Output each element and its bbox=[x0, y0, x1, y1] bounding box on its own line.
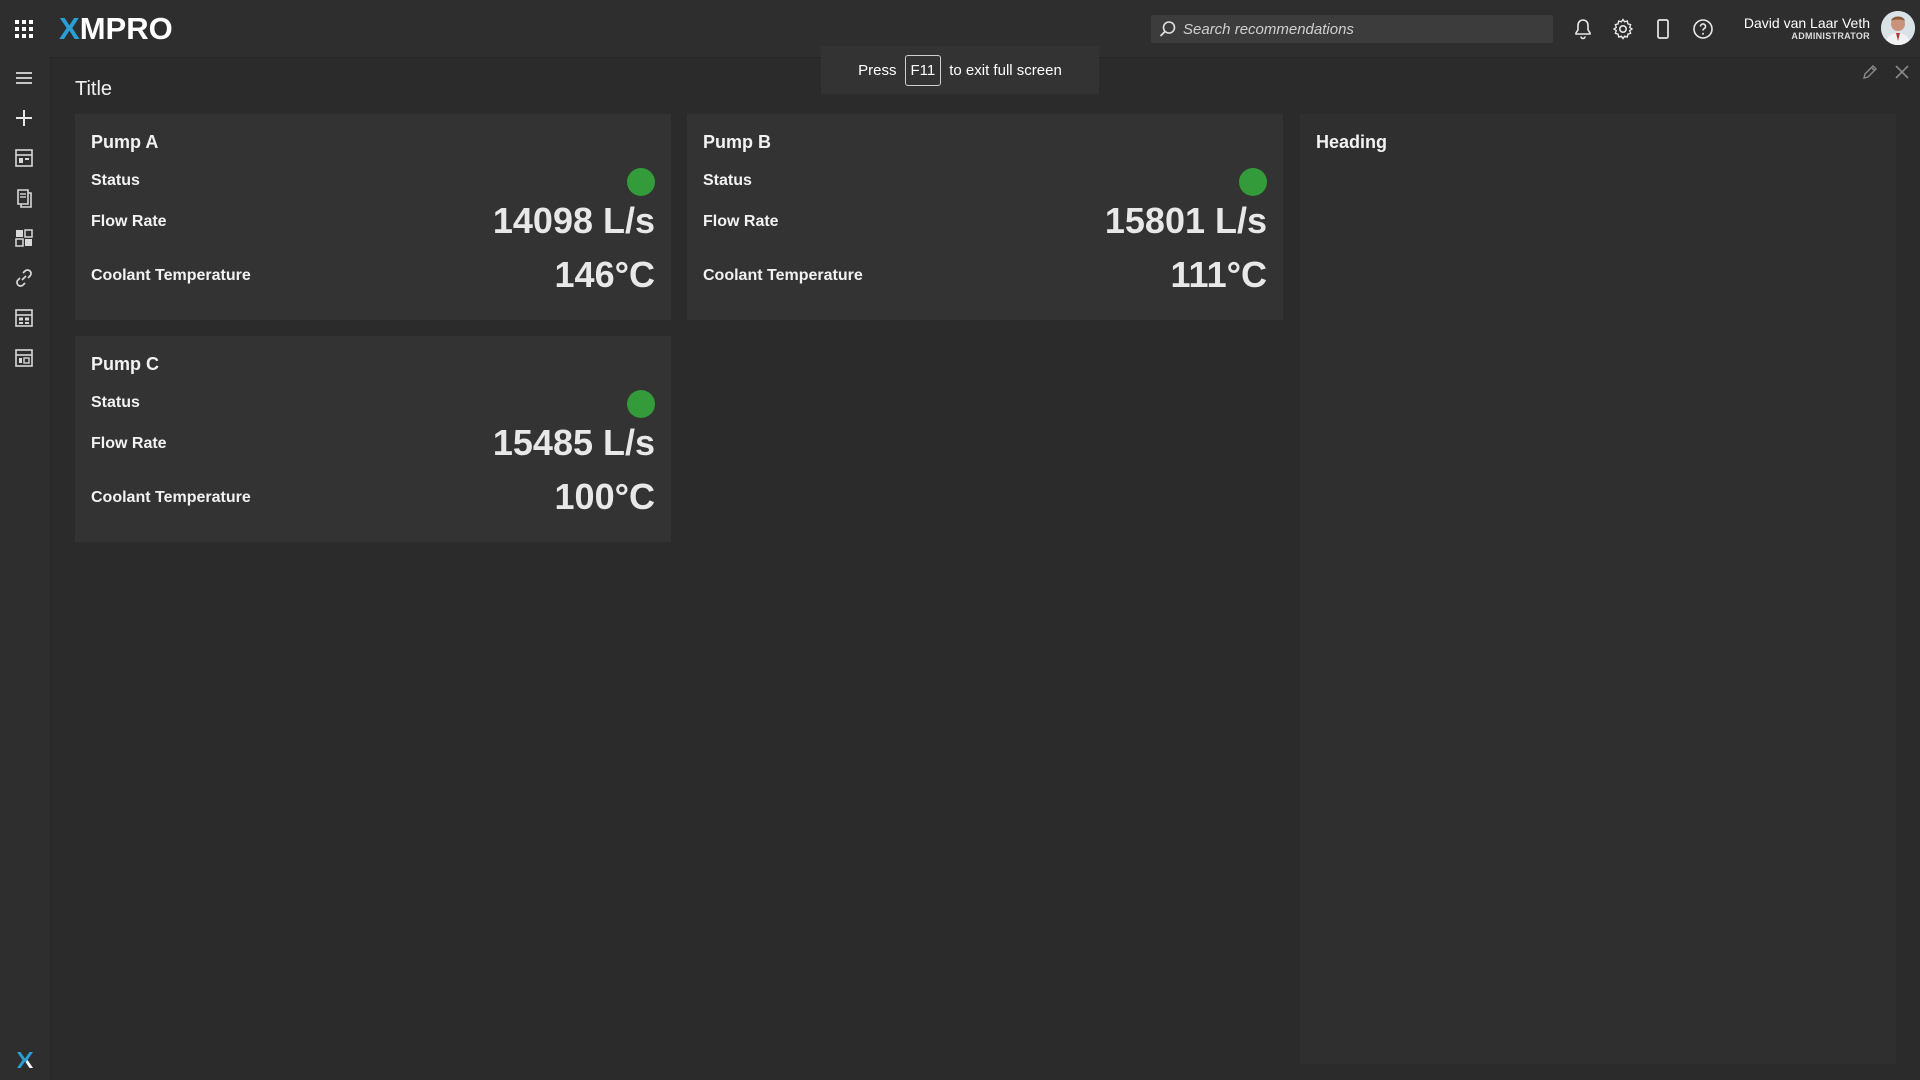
bell-icon[interactable] bbox=[1571, 17, 1595, 41]
flow-rate-value: 14098 L/s bbox=[492, 200, 655, 241]
table-icon[interactable] bbox=[13, 307, 35, 329]
pump-title: Pump C bbox=[91, 354, 160, 374]
user-name: David van Laar Veth bbox=[1743, 15, 1870, 31]
pump-card-c: Pump C Status Flow Rate 15485 L/s Coolan… bbox=[75, 336, 671, 542]
menu-icon[interactable] bbox=[13, 67, 35, 89]
dashboard-icon[interactable] bbox=[13, 347, 35, 369]
coolant-temp-label: Coolant Temperature bbox=[703, 267, 863, 284]
toast-suffix: to exit full screen bbox=[949, 61, 1062, 79]
side-panel: Heading bbox=[1300, 114, 1896, 1064]
flow-rate-label: Flow Rate bbox=[91, 435, 167, 452]
coolant-temp-value: 100°C bbox=[554, 476, 655, 517]
status-indicator bbox=[627, 390, 655, 418]
status-label: Status bbox=[91, 172, 140, 189]
close-icon[interactable] bbox=[1894, 64, 1910, 80]
pump-title: Pump A bbox=[91, 132, 159, 152]
toast-prefix: Press bbox=[858, 61, 897, 79]
xmpro-mark-icon[interactable] bbox=[13, 1049, 35, 1071]
plus-icon[interactable] bbox=[13, 107, 35, 129]
avatar[interactable] bbox=[1881, 11, 1915, 45]
logo-text: MPRO bbox=[79, 11, 173, 46]
pump-card-b: Pump B Status Flow Rate 15801 L/s Coolan… bbox=[687, 114, 1283, 320]
flow-rate-value: 15485 L/s bbox=[492, 422, 655, 463]
page-title: Title bbox=[75, 78, 113, 100]
pump-card-a: Pump A Status Flow Rate 14098 L/s Coolan… bbox=[75, 114, 671, 320]
apps-icon[interactable] bbox=[13, 227, 35, 249]
data-stream-icon[interactable] bbox=[13, 187, 35, 209]
coolant-temp-value: 111°C bbox=[1170, 254, 1268, 295]
status-label: Status bbox=[703, 172, 752, 189]
coolant-temp-label: Coolant Temperature bbox=[91, 267, 251, 284]
gear-icon[interactable] bbox=[1611, 17, 1635, 41]
status-indicator bbox=[1239, 168, 1267, 196]
search-box[interactable] bbox=[1151, 15, 1553, 43]
user-info[interactable]: David van Laar Veth ADMINISTRATOR bbox=[1744, 15, 1870, 41]
pump-title: Pump B bbox=[703, 132, 772, 152]
sidebar bbox=[0, 57, 51, 1080]
coolant-temp-label: Coolant Temperature bbox=[91, 489, 251, 506]
search-icon bbox=[1159, 21, 1176, 37]
avatar-image bbox=[1881, 11, 1915, 45]
panel-heading: Heading bbox=[1316, 132, 1388, 152]
coolant-temp-value: 146°C bbox=[554, 254, 655, 295]
apps-grid-icon[interactable] bbox=[14, 19, 34, 39]
recommendations-icon[interactable] bbox=[13, 147, 35, 169]
fullscreen-toast: Press F11 to exit full screen bbox=[821, 46, 1099, 94]
toast-key: F11 bbox=[904, 54, 942, 86]
mobile-icon[interactable] bbox=[1651, 17, 1675, 41]
logo-x: X bbox=[59, 11, 80, 46]
search-input[interactable] bbox=[1181, 19, 1545, 39]
edit-icon[interactable] bbox=[1861, 63, 1879, 81]
xmpro-logo[interactable]: XMPRO bbox=[59, 11, 173, 47]
link-icon[interactable] bbox=[13, 267, 35, 289]
help-icon[interactable] bbox=[1691, 17, 1715, 41]
flow-rate-label: Flow Rate bbox=[703, 213, 779, 230]
flow-rate-label: Flow Rate bbox=[91, 213, 167, 230]
flow-rate-value: 15801 L/s bbox=[1104, 200, 1267, 241]
status-indicator bbox=[627, 168, 655, 196]
user-role: ADMINISTRATOR bbox=[1791, 31, 1870, 41]
status-label: Status bbox=[91, 394, 140, 411]
